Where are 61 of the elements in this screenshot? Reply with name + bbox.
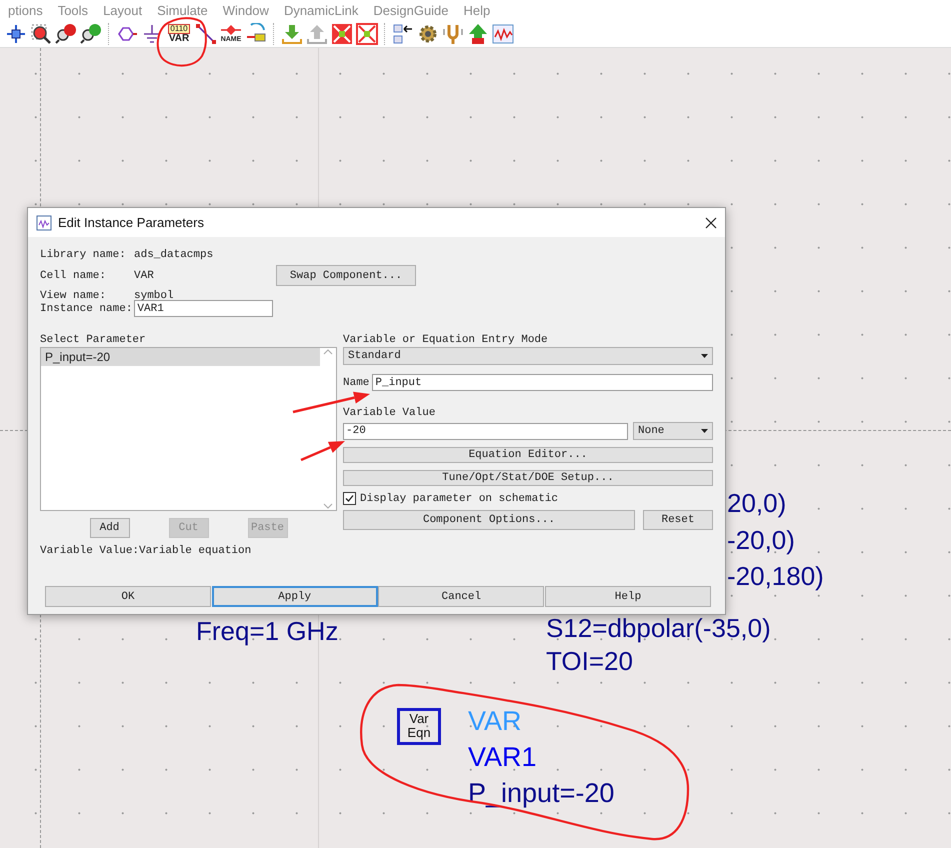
annotation-arrow [300, 441, 345, 462]
swap-component-button[interactable]: Swap Component... [276, 265, 416, 286]
section-label: Variable or Equation Entry Mode [343, 334, 549, 346]
dialog-button[interactable]: Cancel [378, 586, 544, 607]
parameter-label: P_input=-20 [468, 777, 614, 810]
checkbox[interactable] [343, 492, 356, 505]
wire-icon[interactable] [195, 22, 217, 44]
var-tool[interactable]: 0110 VAR [166, 24, 192, 44]
section-label: Select Parameter [40, 334, 147, 346]
dialog-button[interactable]: OK [45, 586, 211, 607]
field-value: symbol [134, 290, 175, 302]
entry-mode-dropdown[interactable]: Standard [343, 347, 713, 365]
name-field[interactable]: P_input [372, 374, 713, 391]
field-label: Variable Value [343, 407, 436, 419]
zoom-out-icon[interactable] [80, 22, 102, 44]
checkbox-label: Display parameter on schematic [360, 492, 558, 504]
tune-setup-button[interactable]: Tune/Opt/Stat/DOE Setup... [343, 470, 713, 486]
parameter-label: -20,180) [727, 561, 824, 591]
field-value: ads_datacmps [134, 249, 214, 261]
parameter-list-item[interactable]: P_input=-20 [41, 348, 320, 366]
variable-value-field[interactable]: -20 [343, 422, 628, 440]
field-label: Library name: [40, 249, 127, 261]
download-icon[interactable] [281, 22, 303, 44]
field-label: Name [343, 376, 370, 388]
close-icon[interactable] [705, 216, 717, 228]
caret-icon [701, 354, 708, 358]
move-icon[interactable] [5, 22, 27, 44]
component-options-button[interactable]: Component Options... [343, 510, 635, 530]
short-icon[interactable] [356, 22, 378, 44]
dialog-button[interactable]: Apply [212, 586, 378, 607]
dialog-button[interactable]: Help [544, 586, 711, 607]
link-icon[interactable] [392, 22, 414, 44]
field-label: Cell name: [40, 270, 108, 282]
list-button[interactable]: Add [90, 518, 130, 538]
window-title: Edit Instance Parameters [58, 215, 205, 230]
zoom-in-icon[interactable] [55, 22, 77, 44]
instance-label: VAR1 [468, 741, 538, 774]
component-type-label: VAR [468, 705, 523, 738]
parameter-label: -20,0) [727, 525, 795, 555]
field-value: VAR [134, 270, 155, 282]
parameter-list[interactable]: P_input=-20 [40, 347, 337, 511]
equation-editor-button[interactable]: Equation Editor... [343, 447, 713, 463]
reset-button[interactable]: Reset [643, 510, 713, 530]
caret-icon [701, 429, 708, 433]
zoom-area-icon[interactable] [30, 22, 52, 44]
up-arrow-icon[interactable] [467, 22, 489, 44]
instance-name-field[interactable]: VAR1 [134, 300, 274, 317]
hint-text: Variable Value:Variable equation [40, 545, 252, 557]
gear-icon[interactable] [417, 22, 439, 44]
parameter-label: 20,0) [727, 488, 786, 518]
pin-icon[interactable] [245, 22, 267, 44]
graph-icon[interactable] [492, 22, 514, 44]
app-icon [36, 214, 52, 230]
unit-dropdown[interactable]: None [633, 422, 713, 440]
deactivate-icon[interactable] [331, 22, 353, 44]
field-label: Instance name: [40, 302, 132, 314]
field-label: View name: [40, 290, 108, 302]
var-eqn-symbol: Var Eqn [397, 708, 441, 745]
parameter-label: Freq=1 GHz [196, 616, 338, 646]
parameter-label: S12=dbpolar(-35,0) [546, 613, 771, 643]
parameter-label: TOI=20 [546, 646, 633, 676]
